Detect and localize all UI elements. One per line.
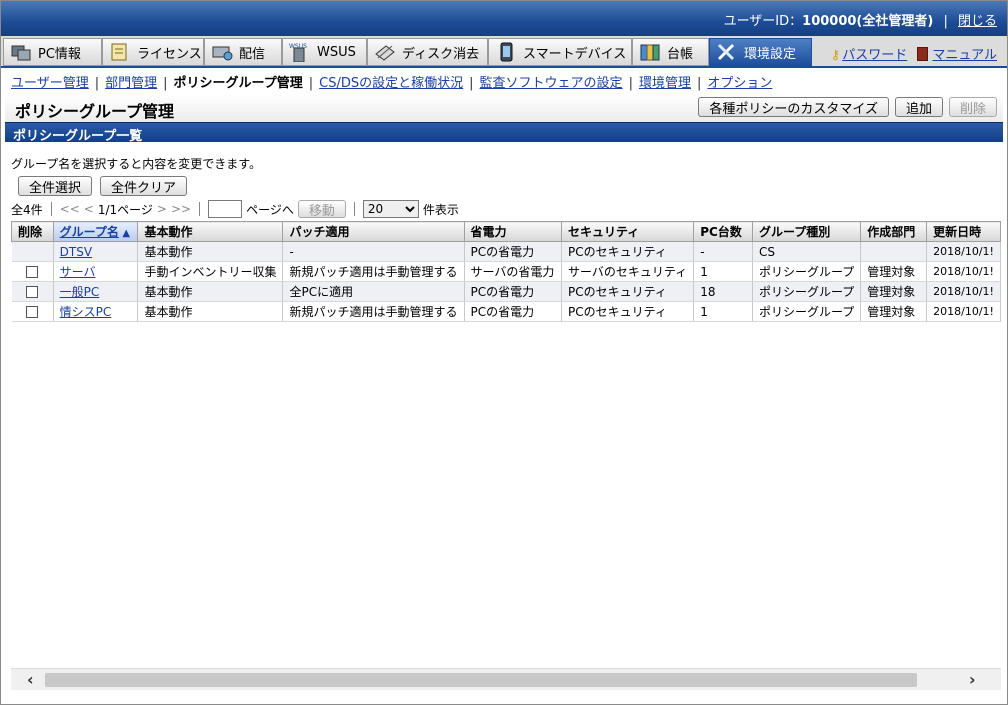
- scroll-left-icon[interactable]: ‹: [27, 670, 34, 689]
- section-title: ポリシーグループ一覧: [5, 122, 1003, 144]
- col-patch: パッチ適用: [282, 221, 465, 242]
- table-header: 削除 グループ名 ▲ 基本動作 パッチ適用 省電力 セキュリティ PC台数 グル…: [11, 221, 1001, 242]
- per-page-label: 件表示: [422, 202, 459, 217]
- tab-license[interactable]: ライセンス: [102, 38, 204, 66]
- ledger-icon: [639, 42, 661, 62]
- customize-policies-button[interactable]: 各種ポリシーのカスタマイズ: [698, 97, 889, 117]
- license-icon: [109, 42, 131, 62]
- key-icon: ⚷: [830, 48, 841, 63]
- subnav-options[interactable]: オプション: [707, 76, 772, 91]
- app-window: ユーザーID：100000(全社管理者) | 閉じる PC情報 ライセンス 配信…: [0, 0, 1008, 705]
- col-security: セキュリティ: [561, 221, 695, 242]
- manual-link[interactable]: マニュアル: [932, 48, 997, 63]
- add-button[interactable]: 追加: [894, 97, 943, 117]
- group-name-link[interactable]: DTSV: [60, 245, 92, 259]
- subnav-audit-software-settings[interactable]: 監査ソフトウェアの設定: [480, 76, 623, 91]
- next-page-button: >: [156, 202, 167, 216]
- description: グループ名を選択すると内容を変更できます。: [11, 157, 262, 171]
- smart-device-icon: [495, 42, 517, 62]
- page-number-input[interactable]: [208, 200, 243, 218]
- first-page-button: <<: [59, 202, 80, 216]
- table-row: サーバ 手動インベントリー収集 新規パッチ適用は手動管理する サーバの省電力 サ…: [11, 261, 1001, 282]
- col-pc-count: PC台数: [693, 221, 753, 242]
- close-link[interactable]: 閉じる: [958, 14, 997, 29]
- policy-group-list: グループ名を選択すると内容を変更できます。 全件選択 全件クリア 全4件 << …: [11, 155, 1001, 322]
- sub-navigation: ユーザー管理 | 部門管理 | ポリシーグループ管理 | CS/DSの設定と稼働状況 | 監査ソ…: [11, 76, 773, 91]
- sort-asc-icon: ▲: [118, 228, 131, 239]
- select-all-button[interactable]: 全件選択: [18, 176, 93, 196]
- pc-info-icon: [10, 42, 32, 62]
- password-link[interactable]: パスワード: [842, 48, 907, 63]
- col-updated: 更新日時: [926, 221, 1001, 242]
- table-row: DTSV 基本動作 - PCの省電力 PCのセキュリティ - CS 2018/1…: [11, 241, 1001, 262]
- user-info: ユーザーID：100000(全社管理者) | 閉じる: [723, 14, 997, 29]
- prev-page-button: <: [83, 202, 94, 216]
- wsus-icon: WSUS: [289, 42, 311, 63]
- distribution-icon: [211, 42, 233, 62]
- pager: 全4件 << < 1/1ページ > >> ページへ 移動 20 件表示: [11, 199, 1001, 219]
- row-checkbox[interactable]: [26, 266, 39, 278]
- subnav-department-management[interactable]: 部門管理: [105, 76, 157, 91]
- col-dept: 作成部門: [860, 221, 928, 242]
- settings-icon: [716, 42, 738, 62]
- page-title: ポリシーグループ管理: [15, 102, 175, 121]
- user-id-label: ユーザーID：: [723, 14, 803, 29]
- col-power: 省電力: [463, 221, 563, 242]
- total-count: 全4件: [11, 202, 43, 217]
- main-tabs: PC情報 ライセンス 配信 WSUS WSUS ディスク消去 スマートデバイス …: [1, 36, 1007, 68]
- subnav-policy-group-management: ポリシーグループ管理: [173, 76, 303, 91]
- row-checkbox-cell: [11, 241, 54, 262]
- scroll-right-icon[interactable]: ›: [969, 670, 976, 689]
- table-row: 情シスPC 基本動作 新規パッチ適用は手動管理する PCの省電力 PCのセキュリ…: [11, 301, 1001, 322]
- goto-page-label: ページへ: [246, 202, 294, 217]
- group-name-link[interactable]: 一般PC: [60, 285, 100, 299]
- delete-button: 削除: [948, 97, 997, 117]
- top-links: ⚷ パスワード マニュアル: [831, 44, 997, 63]
- clear-all-button[interactable]: 全件クリア: [100, 176, 188, 196]
- policy-group-table: 削除 グループ名 ▲ 基本動作 パッチ適用 省電力 セキュリティ PC台数 グル…: [11, 221, 1001, 322]
- subnav-user-management[interactable]: ユーザー管理: [11, 76, 89, 91]
- horizontal-scrollbar[interactable]: ‹ ›: [11, 668, 1001, 690]
- col-basic-action: 基本動作: [137, 221, 284, 242]
- page-indicator: 1/1ページ: [97, 202, 153, 217]
- manual-icon: [917, 47, 929, 61]
- row-checkbox[interactable]: [26, 286, 39, 298]
- tab-settings[interactable]: 環境設定: [709, 38, 812, 66]
- scrollbar-thumb[interactable]: [45, 673, 917, 687]
- col-group-type: グループ種別: [751, 221, 862, 242]
- tab-disk-erase[interactable]: ディスク消去: [367, 38, 488, 66]
- page-header: ポリシーグループ管理 各種ポリシーのカスタマイズ 追加 削除: [5, 94, 1003, 122]
- svg-text:WSUS: WSUS: [289, 43, 307, 50]
- col-delete: 削除: [11, 221, 54, 242]
- disk-erase-icon: [374, 42, 396, 62]
- tab-wsus[interactable]: WSUS WSUS: [282, 38, 367, 66]
- top-bar: ユーザーID：100000(全社管理者) | 閉じる: [1, 1, 1007, 36]
- user-id-value: 100000(全社管理者): [802, 14, 934, 29]
- last-page-button: >>: [170, 202, 192, 216]
- tab-distribution[interactable]: 配信: [204, 38, 282, 66]
- col-group-name[interactable]: グループ名 ▲: [52, 221, 139, 242]
- tab-pc-info[interactable]: PC情報: [3, 38, 102, 66]
- group-name-link[interactable]: 情シスPC: [60, 305, 112, 319]
- tab-ledger[interactable]: 台帳: [632, 38, 709, 66]
- row-checkbox[interactable]: [26, 306, 39, 318]
- move-button: 移動: [297, 200, 346, 219]
- subnav-cs-ds-settings[interactable]: CS/DSの設定と稼働状況: [319, 76, 463, 91]
- table-row: 一般PC 基本動作 全PCに適用 PCの省電力 PCのセキュリティ 18 ポリシ…: [11, 281, 1001, 302]
- subnav-environment-management[interactable]: 環境管理: [639, 76, 691, 91]
- tab-smart-device[interactable]: スマートデバイス: [488, 38, 632, 66]
- per-page-select[interactable]: 20: [362, 200, 419, 218]
- group-name-link[interactable]: サーバ: [60, 265, 96, 279]
